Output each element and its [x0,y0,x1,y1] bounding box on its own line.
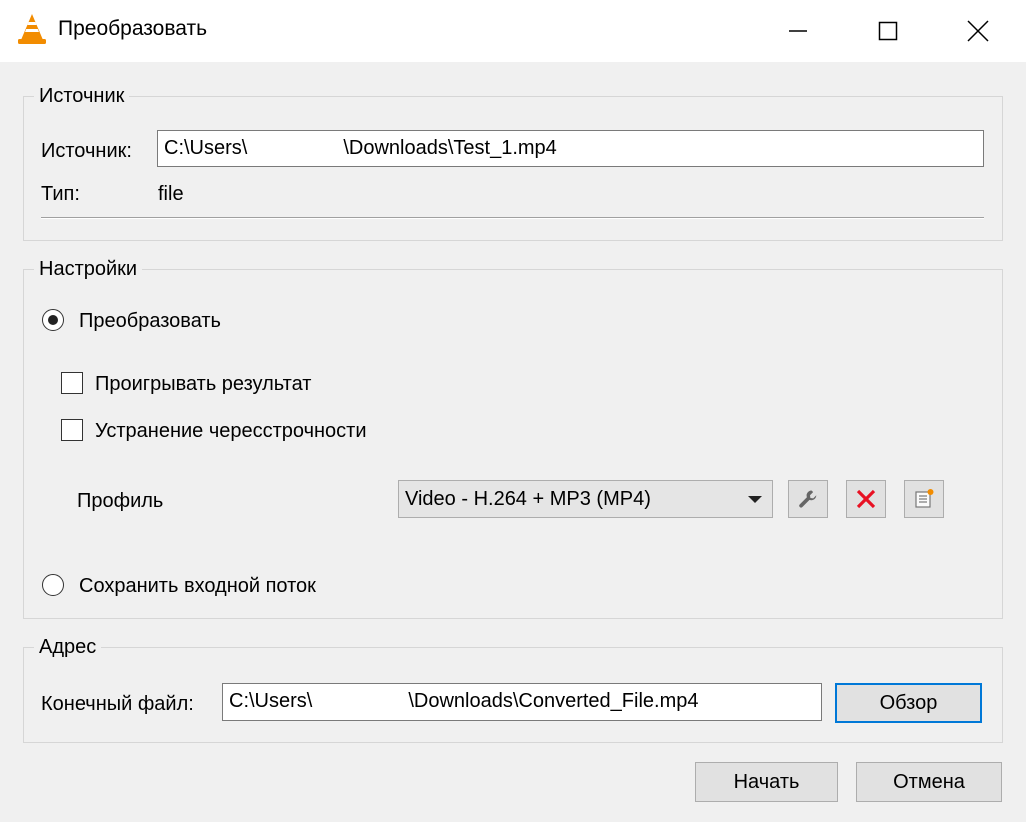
start-button[interactable]: Начать [695,762,838,802]
source-divider [41,217,984,219]
close-icon [967,20,989,42]
source-path-start: C:\Users\ [164,137,248,159]
edit-profile-button[interactable] [788,480,828,518]
window-title: Преобразовать [58,17,208,40]
destination-path-start: C:\Users\ [229,690,313,712]
source-label: Источник: [41,140,132,162]
new-profile-button[interactable] [904,480,944,518]
minimize-icon [789,30,807,32]
settings-group-legend: Настройки [34,257,143,281]
delete-profile-button[interactable] [846,480,886,518]
close-button[interactable] [932,0,1024,62]
profile-label: Профиль [77,490,164,512]
cancel-button[interactable]: Отмена [856,762,1002,802]
destination-group-legend: Адрес [34,635,102,659]
maximize-icon [878,21,898,41]
minimize-button[interactable] [752,0,844,62]
title-bar: Преобразовать [0,0,1026,62]
delete-x-icon [856,489,876,509]
wrench-icon [799,490,817,508]
deinterlace-checkbox[interactable] [61,419,83,441]
convert-radio-label[interactable]: Преобразовать [79,310,221,333]
type-label: Тип: [41,183,80,205]
dump-stream-label[interactable]: Сохранить входной поток [79,575,316,598]
profile-select-value: Video - H.264 + MP3 (MP4) [405,488,651,510]
new-profile-icon [915,489,934,508]
type-value: file [158,183,184,205]
source-group-legend: Источник [34,84,130,108]
destination-input[interactable]: C:\Users\ \Downloads\Converted_File.mp4 [222,683,822,721]
source-group: Источник [23,84,1003,241]
play-result-checkbox[interactable] [61,372,83,394]
convert-radio[interactable] [42,309,64,331]
play-result-label[interactable]: Проигрывать результат [95,373,311,396]
vlc-cone-icon [18,14,46,44]
dump-stream-radio[interactable] [42,574,64,596]
chevron-down-icon [748,496,762,503]
destination-path-end: \Downloads\Converted_File.mp4 [408,690,699,712]
source-input[interactable]: C:\Users\ \Downloads\Test_1.mp4 [157,130,984,167]
source-path-end: \Downloads\Test_1.mp4 [343,137,557,159]
deinterlace-label[interactable]: Устранение чересстрочности [95,420,367,443]
maximize-button[interactable] [842,0,934,62]
browse-button[interactable]: Обзор [835,683,982,723]
destination-label: Конечный файл: [41,693,194,715]
profile-select[interactable]: Video - H.264 + MP3 (MP4) [398,480,773,518]
